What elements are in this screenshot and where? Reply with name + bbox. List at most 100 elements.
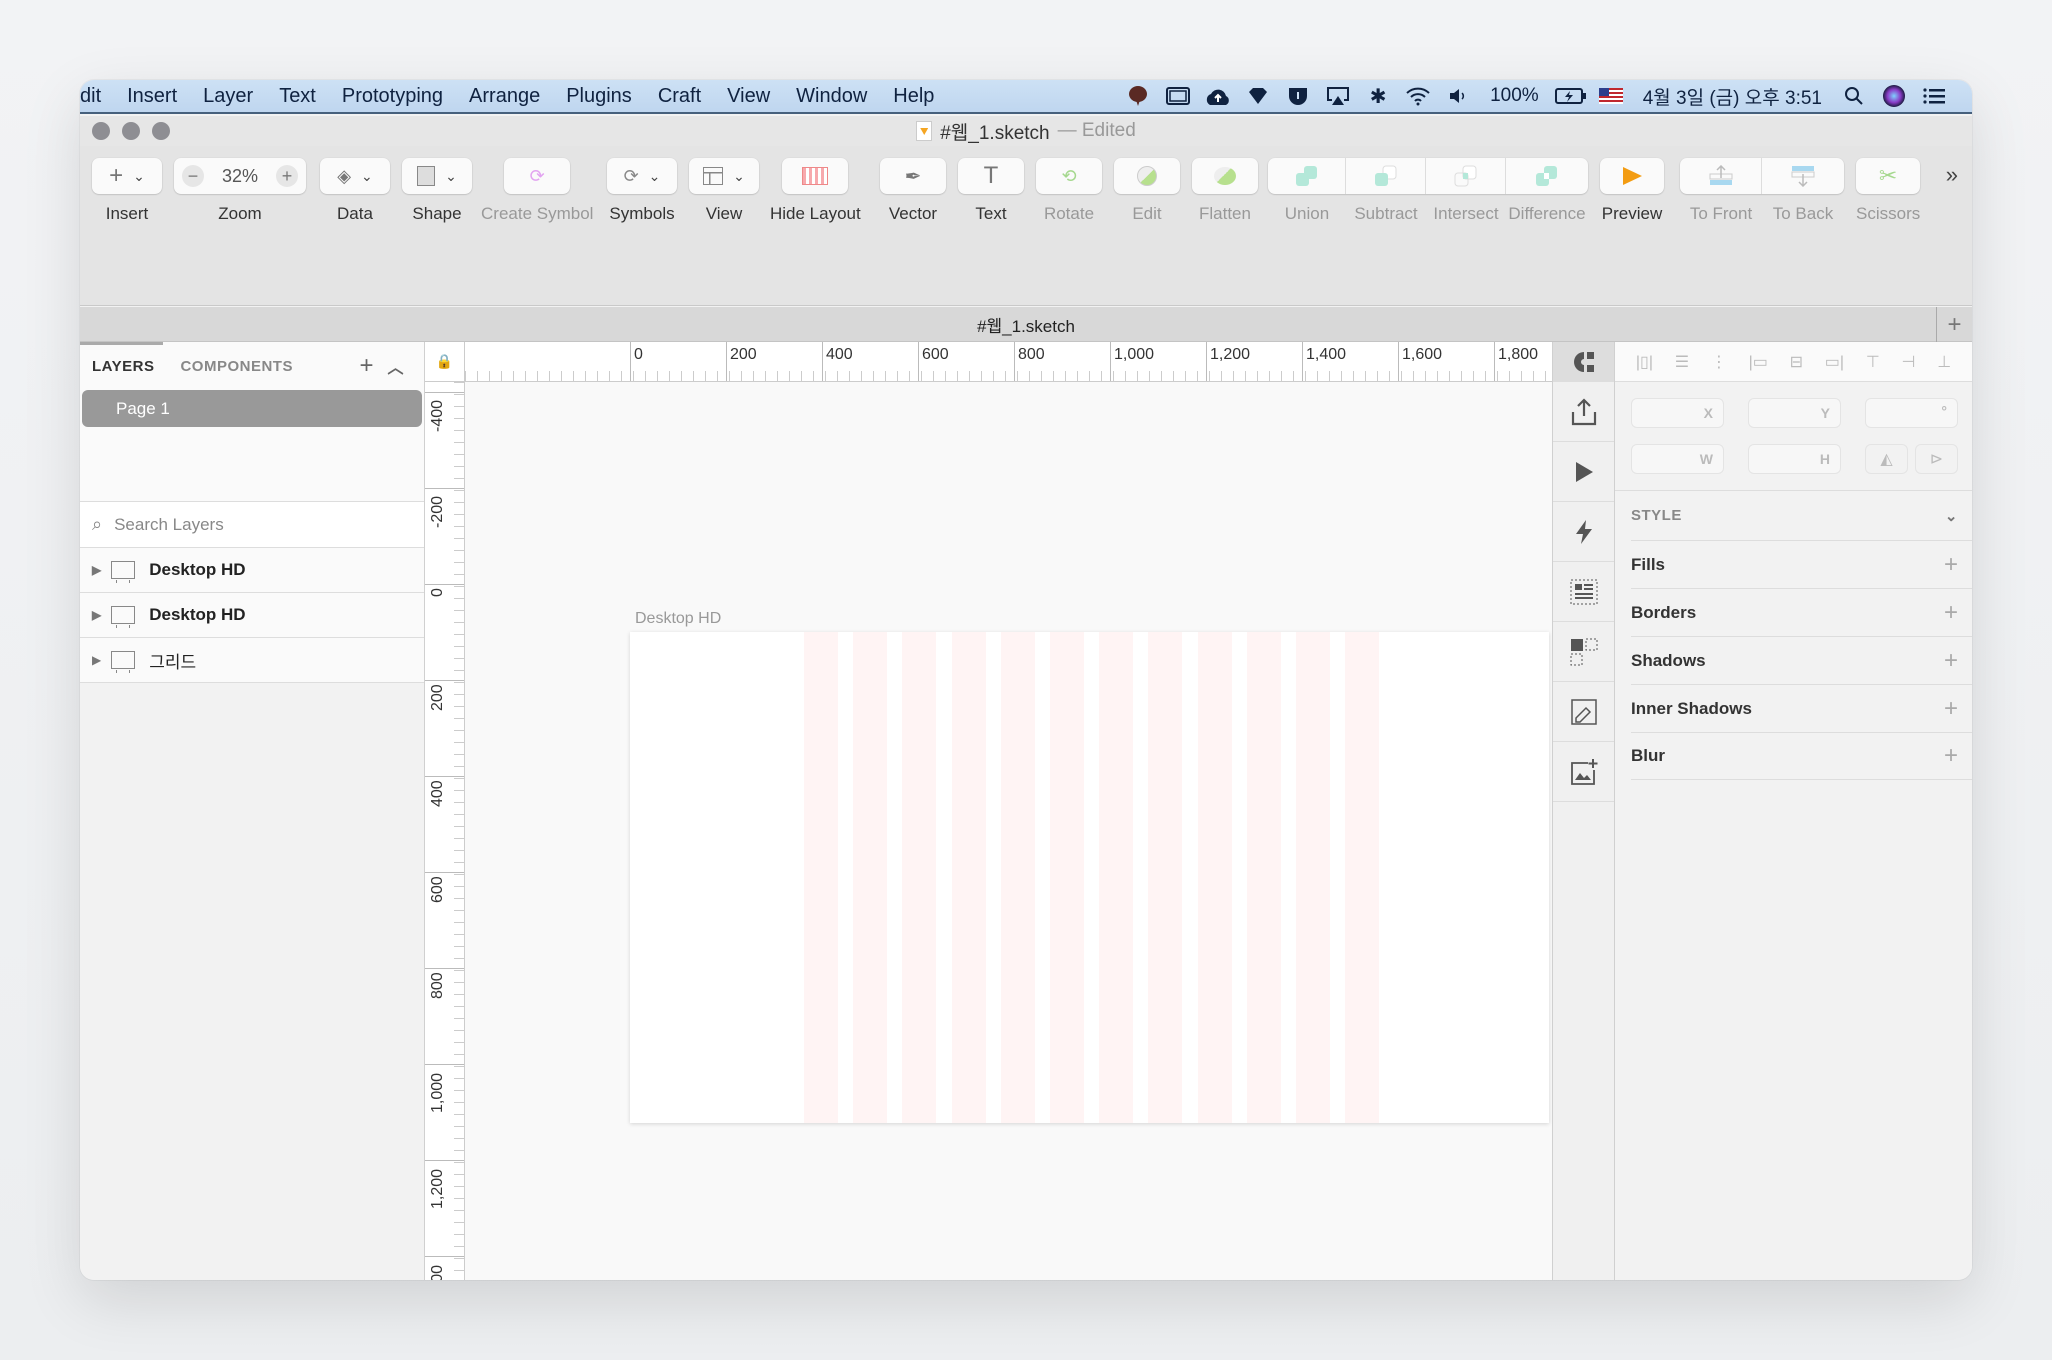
- hide-layout-button[interactable]: [782, 158, 849, 194]
- union-button[interactable]: [1268, 158, 1346, 194]
- to-back-button[interactable]: [1762, 158, 1844, 194]
- minimize-button[interactable]: [122, 122, 140, 140]
- flatten-button[interactable]: [1192, 158, 1258, 194]
- disclosure-triangle-icon[interactable]: ▶: [92, 563, 101, 577]
- symbols-tool[interactable]: ⟳ ⌄ Symbols: [607, 158, 677, 224]
- y-field[interactable]: Y: [1748, 398, 1841, 428]
- artboard[interactable]: [630, 632, 1549, 1123]
- lightning-icon[interactable]: [1553, 502, 1614, 562]
- create-symbol-button[interactable]: ⟳: [504, 158, 571, 194]
- spotlight-search-icon[interactable]: [1834, 80, 1874, 112]
- vertical-ruler[interactable]: -400 -200 0 200 400 600 800 1,000 1,200 1,400: [425, 382, 465, 1280]
- more-options-icon[interactable]: ⋮: [1711, 352, 1727, 372]
- menu-edit[interactable]: dit: [80, 85, 101, 108]
- menu-arrange[interactable]: Arrange: [469, 85, 540, 108]
- battery-icon[interactable]: [1551, 80, 1591, 112]
- edit-button[interactable]: [1114, 158, 1180, 194]
- scissors-button[interactable]: ✂: [1856, 158, 1921, 194]
- layer-row[interactable]: ▶ 그리드: [80, 638, 424, 683]
- difference-button[interactable]: [1506, 158, 1588, 194]
- volume-icon[interactable]: [1438, 80, 1478, 112]
- width-field[interactable]: W: [1631, 444, 1724, 474]
- clock[interactable]: 4월 3일 (금) 오후 3:51: [1643, 83, 1822, 110]
- search-input[interactable]: Search Layers: [114, 515, 224, 535]
- menu-text[interactable]: Text: [279, 85, 316, 108]
- fullscreen-button[interactable]: [152, 122, 170, 140]
- insert-tool[interactable]: + ⌄ Insert: [92, 158, 162, 224]
- to-front-button[interactable]: [1680, 158, 1762, 194]
- chevron-down-icon[interactable]: ⌄: [1945, 507, 1958, 525]
- distribute-horizontal-icon[interactable]: |▯|: [1636, 352, 1653, 372]
- flip-vertical-button[interactable]: ⊳: [1915, 444, 1958, 474]
- export-icon[interactable]: [1553, 382, 1614, 442]
- height-field[interactable]: H: [1748, 444, 1841, 474]
- edit-tool[interactable]: Edit: [1114, 158, 1180, 224]
- menu-window[interactable]: Window: [796, 85, 867, 108]
- rotate-button[interactable]: ⟲: [1036, 158, 1102, 194]
- menu-craft[interactable]: Craft: [658, 85, 701, 108]
- layer-row[interactable]: ▶ Desktop HD: [80, 548, 424, 593]
- disclosure-triangle-icon[interactable]: ▶: [92, 608, 101, 622]
- rotate-tool[interactable]: ⟲ Rotate: [1036, 158, 1102, 224]
- artboard-label[interactable]: Desktop HD: [635, 610, 721, 628]
- tab-components[interactable]: COMPONENTS: [180, 358, 293, 375]
- preview-button[interactable]: [1600, 158, 1664, 194]
- menu-prototyping[interactable]: Prototyping: [342, 85, 443, 108]
- screen-icon[interactable]: [1158, 80, 1198, 112]
- data-button[interactable]: ◈ ⌄: [320, 158, 390, 194]
- vector-button[interactable]: ✒: [880, 158, 946, 194]
- align-center-horizontal-icon[interactable]: ⊟: [1790, 352, 1803, 372]
- new-tab-button[interactable]: +: [1936, 307, 1972, 342]
- insert-button[interactable]: + ⌄: [92, 158, 162, 194]
- add-fill-button[interactable]: +: [1944, 551, 1958, 579]
- toolbar-overflow-icon[interactable]: »: [1946, 162, 1958, 188]
- zoom-in-button[interactable]: +: [276, 165, 298, 187]
- style-header[interactable]: STYLE ⌄: [1615, 490, 1972, 540]
- speech-bubble-icon[interactable]: [1118, 80, 1158, 112]
- view-tool[interactable]: ⌄ View: [689, 158, 759, 224]
- symbols-button[interactable]: ⟳ ⌄: [607, 158, 677, 194]
- add-blur-button[interactable]: +: [1944, 742, 1958, 770]
- disclosure-triangle-icon[interactable]: ▶: [92, 653, 101, 667]
- data-tool[interactable]: ◈ ⌄ Data: [320, 158, 390, 224]
- intersect-button[interactable]: [1426, 158, 1506, 194]
- distribute-vertical-icon[interactable]: ☰: [1675, 352, 1689, 372]
- shield-icon[interactable]: [1278, 80, 1318, 112]
- notification-center-icon[interactable]: [1914, 80, 1954, 112]
- preview-tool[interactable]: Preview: [1600, 158, 1664, 224]
- shape-tool[interactable]: ⌄ Shape: [402, 158, 472, 224]
- prototype-play-icon[interactable]: [1553, 442, 1614, 502]
- flatten-tool[interactable]: Flatten: [1192, 158, 1258, 224]
- align-left-icon[interactable]: |▭: [1749, 352, 1768, 372]
- cloud-upload-icon[interactable]: [1198, 80, 1238, 112]
- align-bottom-icon[interactable]: ⊥: [1937, 352, 1951, 372]
- hide-layout-tool[interactable]: Hide Layout: [770, 158, 861, 224]
- canvas[interactable]: Desktop HD: [465, 382, 1552, 1280]
- text-button[interactable]: T: [958, 158, 1024, 194]
- add-image-icon[interactable]: [1553, 742, 1614, 802]
- scissors-tool[interactable]: ✂ Scissors: [1856, 158, 1920, 224]
- layer-row[interactable]: ▶ Desktop HD: [80, 593, 424, 638]
- vector-tool[interactable]: ✒ Vector: [880, 158, 946, 224]
- menu-insert[interactable]: Insert: [127, 85, 177, 108]
- airplay-icon[interactable]: [1318, 80, 1358, 112]
- search-layers[interactable]: ⌕ Search Layers: [80, 502, 424, 548]
- add-page-button[interactable]: +: [359, 352, 374, 380]
- menu-help[interactable]: Help: [893, 85, 934, 108]
- collapse-pages-button[interactable]: ︿: [387, 354, 404, 378]
- add-border-button[interactable]: +: [1944, 599, 1958, 627]
- create-symbol-tool[interactable]: ⟳ Create Symbol: [481, 158, 593, 224]
- add-inner-shadow-button[interactable]: +: [1944, 695, 1958, 723]
- close-button[interactable]: [92, 122, 110, 140]
- content-layout-icon[interactable]: [1553, 562, 1614, 622]
- shape-button[interactable]: ⌄: [402, 158, 472, 194]
- horizontal-ruler[interactable]: 02004006008001,0001,2001,4001,6001,8002,…: [465, 342, 1552, 382]
- wifi-icon[interactable]: [1398, 80, 1438, 112]
- ruler-lock-icon[interactable]: 🔒: [425, 342, 465, 382]
- view-button[interactable]: ⌄: [689, 158, 759, 194]
- align-middle-vertical-icon[interactable]: ⊣: [1902, 352, 1916, 372]
- document-tab[interactable]: #웹_1.sketch: [977, 312, 1075, 337]
- text-tool[interactable]: T Text: [958, 158, 1024, 224]
- rotation-field[interactable]: °: [1865, 398, 1958, 428]
- zoom-value[interactable]: 32%: [222, 166, 258, 187]
